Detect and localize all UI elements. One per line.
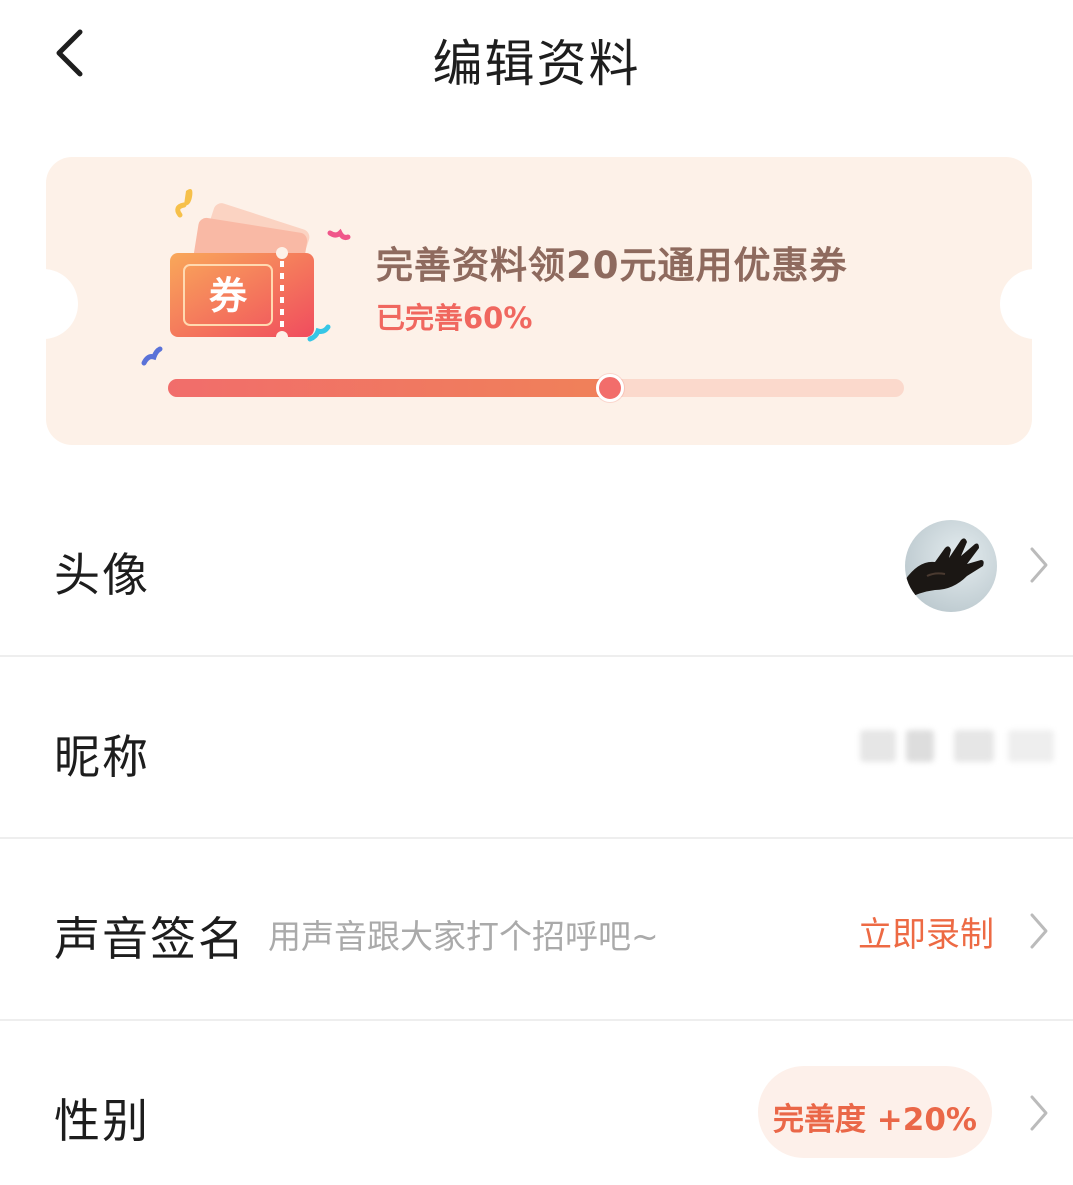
ticket-char: 券: [209, 274, 248, 318]
avatar-label: 头像: [54, 548, 150, 602]
top-bar: 编辑资料: [0, 0, 1073, 110]
gender-label: 性别: [54, 1094, 150, 1148]
completion-text: 已完善60%: [376, 301, 533, 335]
coupon-title: 完善资料领20元通用优惠券: [376, 244, 848, 287]
nickname-value-redacted: [858, 722, 1058, 772]
completion-progress-bar: [168, 374, 904, 402]
nickname-label: 昵称: [54, 730, 150, 784]
chevron-right-icon: [1030, 913, 1048, 949]
completion-bonus-text: 完善度 +20%: [773, 1102, 977, 1138]
progress-fill: [168, 379, 610, 397]
voice-signature-label: 声音签名: [54, 912, 246, 966]
page-title: 编辑资料: [432, 35, 641, 93]
voice-signature-hint: 用声音跟大家打个招呼吧~: [268, 917, 659, 956]
avatar[interactable]: [905, 520, 997, 612]
ticket-notch-right: [1000, 269, 1032, 339]
coupon-ticket-icon: 券: [134, 177, 364, 367]
chevron-right-icon: [1030, 547, 1048, 583]
chevron-right-icon: [1030, 1095, 1048, 1131]
record-now-link[interactable]: 立即录制: [858, 907, 994, 956]
coupon-banner[interactable]: 券 完善资料领20元通用优惠券 已完善60%: [46, 157, 1032, 445]
progress-knob: [596, 374, 624, 402]
completion-bonus-badge: 完善度 +20%: [758, 1066, 992, 1158]
ticket-notch-left: [46, 269, 78, 339]
